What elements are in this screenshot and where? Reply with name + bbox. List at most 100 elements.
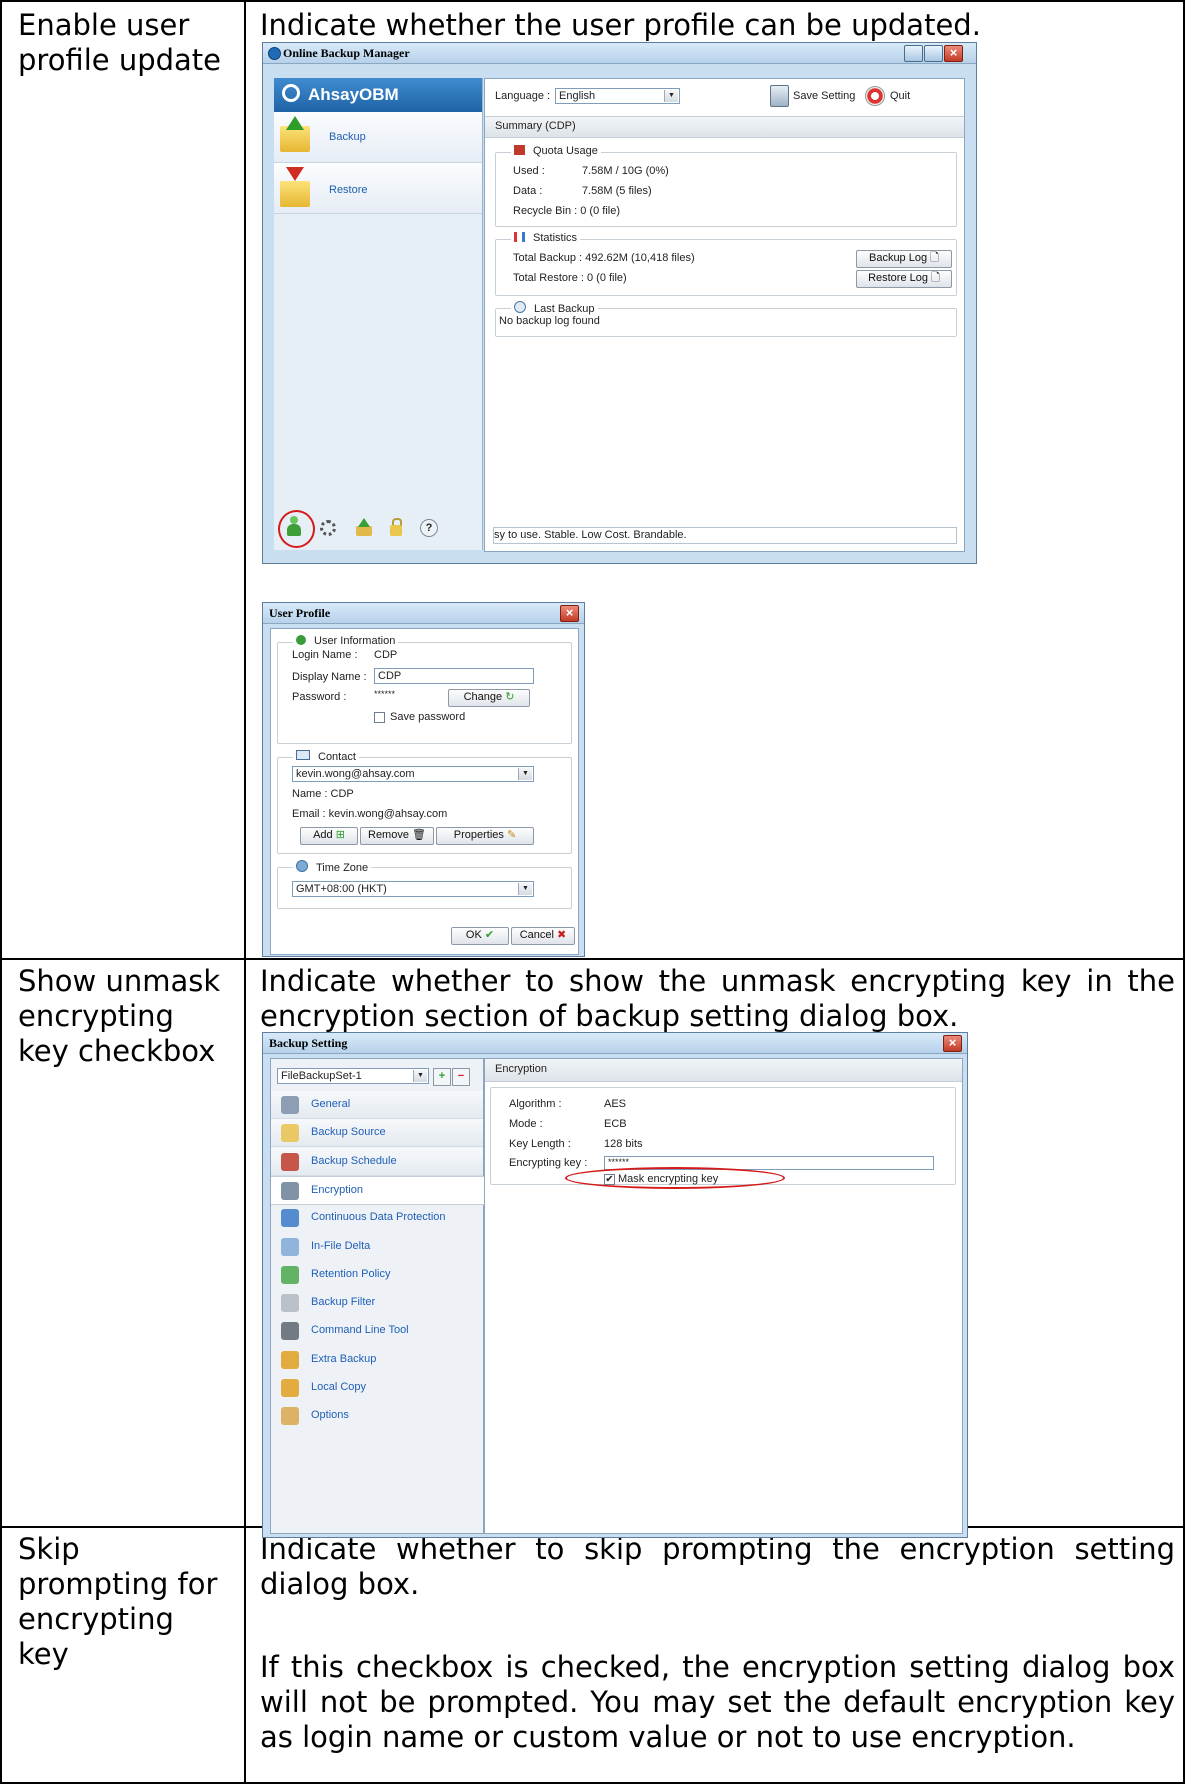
nav-item-local-copy[interactable]: Local Copy: [271, 1374, 451, 1401]
obm-window: Online Backup Manager × AhsayOBM Backup …: [262, 42, 977, 564]
display-name-label: Display Name :: [292, 671, 367, 683]
display-name-value: CDP: [378, 670, 402, 682]
nav-item-retention-policy[interactable]: Retention Policy: [271, 1261, 451, 1288]
contact-name: Name : CDP: [292, 788, 354, 800]
profile-titlebar: User Profile ×: [263, 603, 584, 624]
status-text: sy to use. Stable. Low Cost. Brandable.: [494, 529, 687, 541]
add-contact-button[interactable]: Add ⊞: [300, 827, 358, 845]
nav-item-extra-backup[interactable]: Extra Backup: [271, 1346, 451, 1373]
close-button[interactable]: ×: [944, 45, 963, 62]
statistics-title-wrap: Statistics: [511, 232, 581, 244]
local-copy-icon: [281, 1379, 299, 1397]
remove-set-button[interactable]: −: [452, 1068, 470, 1086]
timezone-select[interactable]: GMT+08:00 (HKT) ▼: [292, 881, 534, 897]
backup-filter-icon: [281, 1294, 299, 1313]
nav-item-label: Retention Policy: [311, 1267, 391, 1280]
highlight-circle: [278, 510, 315, 548]
nav-item-label: In-File Delta: [311, 1239, 371, 1252]
contact-group: Contact kevin.wong@ahsay.com ▼ Name : CD…: [277, 750, 572, 854]
remove-contact-button[interactable]: Remove 🗑: [360, 827, 434, 845]
nav-backup-label: Backup: [329, 131, 366, 143]
obm-main-pane: Language : English ▼ Save Setting Quit S…: [484, 78, 965, 552]
edit-icon: ✎: [506, 829, 517, 841]
setting-description-detail: If this checkbox is checked, the encrypt…: [260, 1650, 1175, 1754]
help-icon[interactable]: ?: [420, 519, 438, 537]
settings-gear-icon[interactable]: [320, 520, 336, 536]
chevron-down-icon: ▼: [518, 883, 532, 895]
table-border-left: [0, 0, 2, 1784]
nav-item-backup-source[interactable]: Backup Source: [271, 1119, 483, 1148]
nav-item-label: Local Copy: [311, 1381, 367, 1393]
ok-button[interactable]: OK ✔: [451, 927, 509, 945]
user-info-group: User Information Login Name : CDP Displa…: [277, 635, 572, 744]
close-button[interactable]: ×: [560, 605, 579, 622]
nav-restore[interactable]: Restore: [274, 163, 482, 214]
nav-item-command-line-tool[interactable]: Command Line Tool: [271, 1317, 451, 1344]
extra-backup-icon: [281, 1350, 299, 1369]
in-file-delta-icon: [281, 1237, 299, 1256]
statistics-group: Statistics Total Backup : 492.62M (10,41…: [495, 232, 957, 296]
backup-log-label: Backup Log: [868, 252, 928, 264]
add-label: Add: [313, 829, 333, 841]
document-icon: 🗋: [930, 252, 940, 264]
minimize-button[interactable]: [904, 45, 923, 62]
profile-dialog-title: User Profile: [269, 606, 331, 620]
nav-item-label: Extra Backup: [311, 1352, 377, 1365]
nav-item-label: Backup Schedule: [311, 1154, 397, 1167]
globe-icon: [296, 860, 308, 872]
user-profile-dialog: User Profile × User Information Login Na…: [262, 602, 585, 957]
encryption-icon: [281, 1181, 299, 1200]
clock-icon: [514, 301, 526, 313]
contact-email: Email : kevin.wong@ahsay.com: [292, 808, 448, 820]
continuous-data-protection-icon: [281, 1209, 299, 1228]
restore-log-button[interactable]: Restore Log 🗋: [856, 270, 952, 288]
cancel-label: Cancel: [519, 929, 554, 941]
last-backup-value: No backup log found: [499, 315, 600, 327]
nav-item-label: Options: [311, 1409, 349, 1422]
nav-item-encryption[interactable]: Encryption: [271, 1175, 484, 1205]
backup-log-button[interactable]: Backup Log 🗋: [856, 250, 952, 268]
nav-item-general[interactable]: General: [271, 1091, 483, 1119]
display-name-input[interactable]: CDP: [374, 668, 534, 684]
nav-item-backup-schedule[interactable]: Backup Schedule: [271, 1147, 483, 1176]
add-icon: ⊞: [335, 829, 345, 841]
timezone-title: Time Zone: [316, 862, 369, 874]
nav-backup[interactable]: Backup: [274, 112, 482, 163]
cancel-button[interactable]: Cancel ✖: [511, 927, 575, 945]
change-password-button[interactable]: Change ↻: [448, 689, 530, 707]
lock-icon[interactable]: [390, 518, 402, 536]
backup-setting-titlebar: Backup Setting ×: [263, 1033, 967, 1054]
mode-value: ECB: [604, 1118, 627, 1130]
login-name-value: CDP: [374, 649, 398, 661]
quit-button[interactable]: Quit: [890, 90, 910, 102]
language-select[interactable]: English ▼: [555, 88, 680, 104]
maximize-button[interactable]: [924, 45, 943, 62]
properties-label: Properties: [453, 829, 504, 841]
nav-restore-label: Restore: [329, 184, 368, 196]
upload-arrow-icon: [286, 116, 304, 130]
add-set-button[interactable]: +: [433, 1068, 451, 1086]
nav-item-in-file-delta[interactable]: In-File Delta: [271, 1233, 451, 1260]
brand-logo-icon: [282, 84, 300, 102]
language-value: English: [559, 90, 596, 102]
backup-schedule-icon: [281, 1152, 299, 1171]
save-setting-button[interactable]: Save Setting: [793, 90, 855, 102]
status-bar: sy to use. Stable. Low Cost. Brandable.: [493, 527, 957, 544]
nav-item-options[interactable]: Options: [271, 1402, 451, 1429]
quit-icon[interactable]: [865, 86, 885, 106]
save-password-checkbox[interactable]: [374, 712, 385, 723]
close-button[interactable]: ×: [943, 1035, 962, 1052]
options-icon: [281, 1407, 299, 1426]
restore-folder-icon: [280, 181, 310, 207]
contact-select[interactable]: kevin.wong@ahsay.com ▼: [292, 766, 534, 782]
obm-titlebar: Online Backup Manager ×: [263, 43, 976, 64]
nav-item-continuous-data-protection[interactable]: Continuous Data Protection: [271, 1204, 451, 1231]
nav-item-label: Encryption: [311, 1183, 363, 1196]
nav-item-backup-filter[interactable]: Backup Filter: [271, 1289, 451, 1316]
save-setting-icon[interactable]: [770, 85, 789, 107]
upload-icon[interactable]: [354, 518, 372, 536]
encrypting-key-label: Encrypting key :: [509, 1157, 588, 1169]
backup-setting-title: Backup Setting: [269, 1036, 348, 1050]
backup-set-select[interactable]: FileBackupSet-1 ▼: [277, 1068, 429, 1084]
contact-properties-button[interactable]: Properties ✎: [436, 827, 534, 845]
